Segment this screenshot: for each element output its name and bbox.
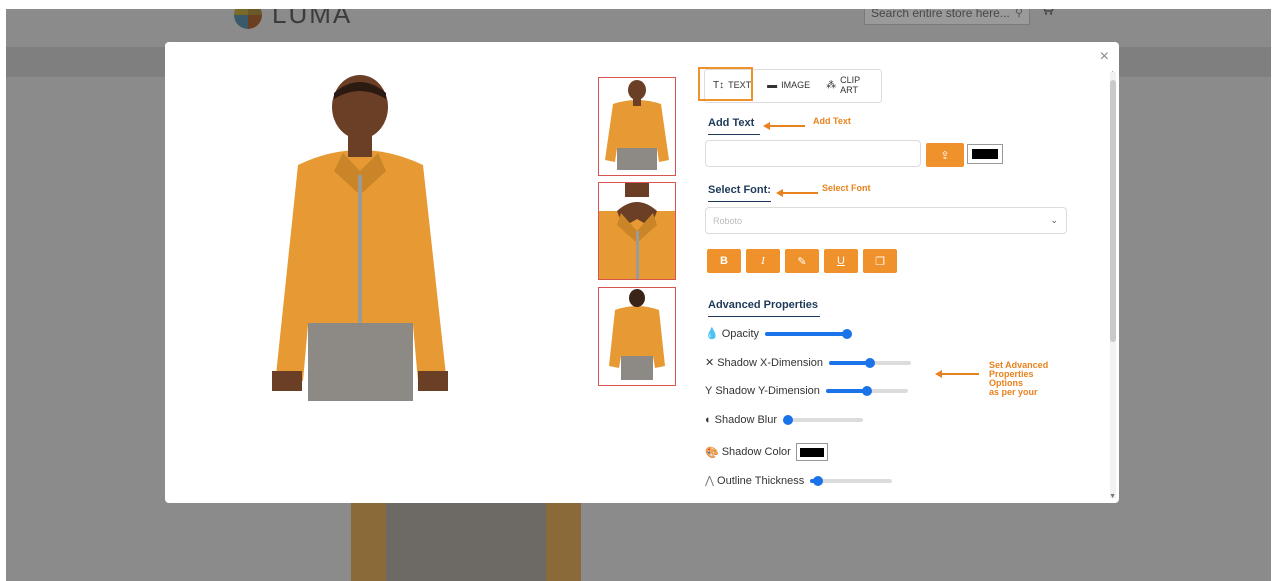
title-underline bbox=[708, 201, 771, 202]
add-text-button[interactable]: ⇪ bbox=[926, 143, 964, 167]
y-axis-icon: Y bbox=[705, 385, 713, 397]
text-color-button[interactable]: ✎ bbox=[785, 249, 819, 273]
thumbnail-detail-image bbox=[599, 183, 675, 279]
store-search-input[interactable]: Search entire store here... ⚲ bbox=[864, 9, 1030, 25]
font-select-value: Roboto bbox=[713, 215, 743, 226]
copy-icon: ❐ bbox=[875, 255, 885, 268]
shadow-y-slider[interactable] bbox=[825, 386, 908, 396]
tab-highlight-box bbox=[698, 67, 753, 101]
duplicate-button[interactable]: ❐ bbox=[863, 249, 897, 273]
drop-icon: 💧 bbox=[705, 328, 719, 340]
shadow-x-slider[interactable] bbox=[829, 357, 911, 368]
underline-icon: U bbox=[837, 255, 845, 267]
annotation-line: as per your bbox=[989, 387, 1038, 397]
select-font-title-label: Select Font: bbox=[708, 184, 771, 196]
shadow-color-picker[interactable] bbox=[795, 443, 828, 461]
x-axis-icon: ✕ bbox=[705, 357, 715, 369]
pencil-icon: ✎ bbox=[797, 255, 807, 268]
tab-clip-art[interactable]: ⁂ CLIP ART bbox=[818, 70, 881, 100]
modal-scrollbar[interactable] bbox=[1110, 72, 1116, 498]
tab-image-label: IMAGE bbox=[781, 80, 811, 90]
palette-icon: 🎨 bbox=[705, 446, 719, 459]
outline-icon: ⋀ bbox=[705, 475, 715, 487]
store-logo[interactable]: LUMA bbox=[234, 9, 352, 30]
underline-button[interactable]: U bbox=[824, 249, 858, 273]
annotation-select-font: Select Font bbox=[822, 183, 871, 193]
shadow-color-swatch bbox=[799, 447, 824, 457]
shadow-x-label: Shadow X-Dimension bbox=[717, 356, 823, 369]
shadow-y-control: Y Shadow Y-Dimension bbox=[705, 385, 908, 397]
slider-fill bbox=[829, 360, 870, 365]
clip-art-icon: ⁂ bbox=[826, 79, 837, 91]
italic-button[interactable]: I bbox=[746, 249, 780, 273]
title-underline bbox=[708, 134, 760, 135]
outline-thickness-slider[interactable] bbox=[810, 475, 893, 486]
tab-image[interactable]: ▬ IMAGE bbox=[759, 70, 818, 100]
add-text-title-label: Add Text bbox=[708, 117, 755, 129]
close-icon[interactable]: × bbox=[1100, 48, 1109, 66]
main-product-image bbox=[272, 75, 448, 401]
slider-knob[interactable] bbox=[842, 328, 852, 339]
annotation-arrow bbox=[935, 370, 979, 378]
search-icon[interactable]: ⚲ bbox=[1015, 9, 1023, 19]
scroll-down-arrow-icon[interactable]: ▼ bbox=[1109, 493, 1116, 500]
add-text-title: Add Text bbox=[708, 117, 760, 135]
share-icon: ⇪ bbox=[940, 149, 950, 162]
title-underline bbox=[708, 316, 820, 317]
product-designer-modal: × T↕ TEXT ▬ IMAGE ⁂ CLIP ART Add Text Ad… bbox=[165, 42, 1119, 503]
select-font-title: Select Font: bbox=[708, 184, 771, 202]
image-icon: ▬ bbox=[767, 79, 778, 91]
bold-icon: B bbox=[720, 255, 728, 267]
thumbnail-back[interactable] bbox=[598, 287, 676, 386]
scrollbar-thumb[interactable] bbox=[1110, 80, 1116, 342]
contrast-icon: ◐ bbox=[705, 414, 712, 426]
shadow-color-control: 🎨 Shadow Color bbox=[705, 443, 828, 461]
slider-knob[interactable] bbox=[865, 357, 875, 368]
add-text-input[interactable] bbox=[705, 140, 921, 167]
slider-fill bbox=[765, 331, 847, 336]
slider-knob[interactable] bbox=[813, 475, 824, 486]
advanced-properties-title: Advanced Properties bbox=[708, 299, 820, 317]
cart-icon[interactable] bbox=[1040, 9, 1054, 15]
slider-fill bbox=[825, 389, 867, 393]
annotation-advanced-properties: Set Advanced Properties Options as per y… bbox=[989, 361, 1069, 397]
shadow-blur-control: ◐ Shadow Blur bbox=[705, 414, 864, 426]
bold-button[interactable]: B bbox=[707, 249, 741, 273]
annotation-arrow bbox=[763, 122, 805, 130]
outline-thickness-label: Outline Thickness bbox=[717, 474, 805, 487]
annotation-add-text: Add Text bbox=[813, 116, 851, 126]
outline-thickness-control: ⋀ Outline Thickness bbox=[705, 474, 893, 487]
shadow-blur-label: Shadow Blur bbox=[714, 414, 778, 426]
logo-text: LUMA bbox=[272, 9, 353, 29]
font-select[interactable]: Roboto ⌄ bbox=[705, 207, 1067, 234]
slider-knob[interactable] bbox=[861, 386, 872, 396]
thumbnail-front-image bbox=[605, 80, 669, 170]
thumbnail-detail[interactable] bbox=[598, 182, 676, 280]
text-color-picker[interactable] bbox=[967, 144, 1003, 164]
bg-product-pants bbox=[386, 503, 546, 581]
shadow-y-label: Shadow Y-Dimension bbox=[715, 385, 820, 397]
annotation-arrow bbox=[776, 189, 818, 197]
luma-logo-icon bbox=[234, 9, 262, 29]
opacity-slider[interactable] bbox=[765, 328, 852, 339]
text-style-toolbar: B I ✎ U ❐ bbox=[707, 249, 902, 273]
search-placeholder: Search entire store here... bbox=[871, 9, 1010, 20]
italic-icon: I bbox=[761, 255, 765, 267]
chevron-down-icon: ⌄ bbox=[1050, 215, 1058, 225]
opacity-label: Opacity bbox=[721, 327, 759, 340]
text-color-swatch bbox=[972, 149, 998, 159]
tab-clip-art-label: CLIP ART bbox=[840, 75, 860, 95]
shadow-blur-slider[interactable] bbox=[783, 415, 864, 425]
slider-knob[interactable] bbox=[783, 415, 794, 425]
advanced-properties-title-label: Advanced Properties bbox=[708, 299, 819, 311]
thumbnail-front[interactable] bbox=[598, 77, 676, 176]
opacity-control: 💧 Opacity bbox=[705, 327, 852, 340]
thumbnail-back-image bbox=[609, 289, 665, 380]
shadow-color-label: Shadow Color bbox=[721, 446, 791, 458]
shadow-x-control: ✕ Shadow X-Dimension bbox=[705, 356, 911, 369]
